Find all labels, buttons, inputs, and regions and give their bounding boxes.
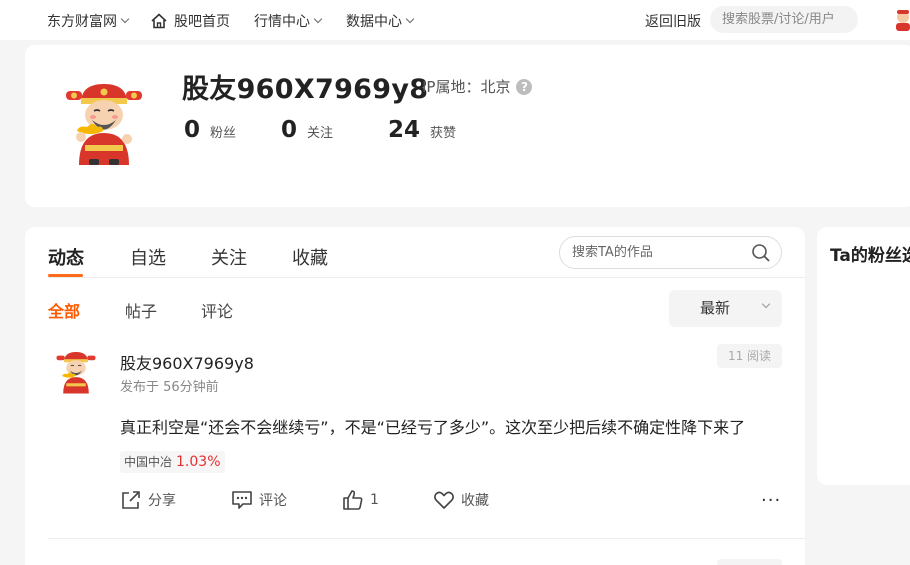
old-version-label: 返回旧版 [645, 14, 701, 30]
profile-card: 股友960X7969y8 IP属地：北京 ? 0 粉丝 0 关注 24 获赞 [25, 45, 910, 207]
stat-fans-label: 粉丝 [210, 126, 237, 141]
stat-fans[interactable]: 0 粉丝 [184, 117, 236, 143]
post-divider [48, 538, 805, 539]
sort-dropdown[interactable]: 最新 [669, 290, 782, 327]
like-count: 1 [370, 492, 379, 508]
fans-card-title: Ta的粉丝选 [830, 246, 910, 266]
top-navbar: 东方财富网 股吧首页 行情中心 数据中心 返回旧版 搜索股票/讨论/用户 [0, 0, 910, 40]
nav-market-label: 行情中心 [254, 14, 310, 30]
nav-guba-home[interactable]: 股吧首页 [150, 11, 230, 31]
nav-data-label: 数据中心 [346, 14, 402, 30]
heart-icon [434, 491, 454, 509]
chevron-down-icon [761, 299, 771, 309]
share-icon [122, 491, 140, 509]
more-options-icon[interactable]: ··· [761, 492, 781, 510]
chevron-down-icon [120, 14, 130, 24]
avatar-icon [896, 10, 910, 31]
subtab-all[interactable]: 全部 [48, 298, 80, 322]
user-avatar[interactable] [893, 9, 910, 31]
comment-icon [232, 491, 252, 509]
stock-change: 1.03% [176, 454, 221, 470]
nav-eastmoney[interactable]: 东方财富网 [47, 11, 130, 31]
stat-following-value: 0 [281, 117, 298, 143]
share-button[interactable]: 分享 [120, 489, 176, 511]
collect-label: 收藏 [461, 493, 489, 509]
home-icon [151, 13, 167, 29]
post-author-name[interactable]: 股友960X7969y8 [120, 350, 254, 374]
nav-guba-home-label: 股吧首页 [174, 14, 230, 30]
comment-label: 评论 [259, 493, 287, 509]
works-search-placeholder: 搜索TA的作品 [572, 245, 653, 260]
fans-card: Ta的粉丝选 [817, 227, 910, 485]
next-post-read-badge [717, 559, 782, 565]
profile-username: 股友960X7969y8 [182, 74, 429, 105]
content-card: 动态 自选 关注 收藏 搜索TA的作品 全部 帖子 评论 最新 股友960X79… [25, 227, 805, 565]
tab-dynamics[interactable]: 动态 [48, 244, 84, 270]
subtab-posts[interactable]: 帖子 [125, 298, 157, 322]
stat-likes-label: 获赞 [430, 126, 457, 141]
tab-divider [48, 277, 805, 278]
nav-market-center[interactable]: 行情中心 [254, 11, 323, 31]
nav-data-center[interactable]: 数据中心 [346, 11, 415, 31]
global-search-input[interactable]: 搜索股票/讨论/用户 [710, 6, 858, 33]
help-question-icon[interactable]: ? [516, 78, 533, 95]
post-time: 发布于 56分钟前 [120, 380, 219, 395]
stat-following[interactable]: 0 关注 [281, 117, 333, 143]
comment-button[interactable]: 评论 [231, 489, 287, 511]
read-count-badge: 11 阅读 [717, 344, 782, 368]
post-content[interactable]: 真正利空是“还会不会继续亏”，不是“已经亏了多少”。这次至少把后续不确定性降下来… [120, 414, 745, 438]
like-button[interactable]: 1 [342, 489, 379, 511]
stat-following-label: 关注 [307, 126, 334, 141]
chevron-down-icon [405, 14, 415, 24]
works-search-input[interactable]: 搜索TA的作品 [559, 236, 782, 269]
post-author-avatar[interactable] [55, 349, 97, 395]
collect-button[interactable]: 收藏 [433, 489, 489, 511]
chevron-down-icon [313, 14, 323, 24]
stat-fans-value: 0 [184, 117, 201, 143]
thumbs-up-icon [343, 490, 363, 510]
search-icon[interactable] [751, 243, 771, 263]
old-version-link[interactable]: 返回旧版 [645, 11, 701, 31]
ip-location: IP属地：北京 ? [422, 76, 533, 97]
share-label: 分享 [148, 493, 176, 509]
nav-eastmoney-label: 东方财富网 [47, 14, 117, 30]
tab-watchlist[interactable]: 自选 [130, 244, 166, 270]
global-search-placeholder: 搜索股票/讨论/用户 [722, 12, 835, 27]
ip-location-label: IP属地：北京 [422, 78, 511, 96]
tab-favorites[interactable]: 收藏 [292, 244, 328, 270]
stat-likes-value: 24 [388, 117, 421, 143]
sort-selected: 最新 [700, 299, 731, 317]
tab-following[interactable]: 关注 [211, 244, 247, 270]
caishen-avatar-icon [66, 84, 142, 165]
stat-likes: 24 获赞 [388, 117, 456, 143]
stock-name: 中国中冶 [124, 455, 173, 469]
stock-tag[interactable]: 中国中冶 1.03% [120, 451, 225, 473]
subtab-comments[interactable]: 评论 [201, 298, 233, 322]
